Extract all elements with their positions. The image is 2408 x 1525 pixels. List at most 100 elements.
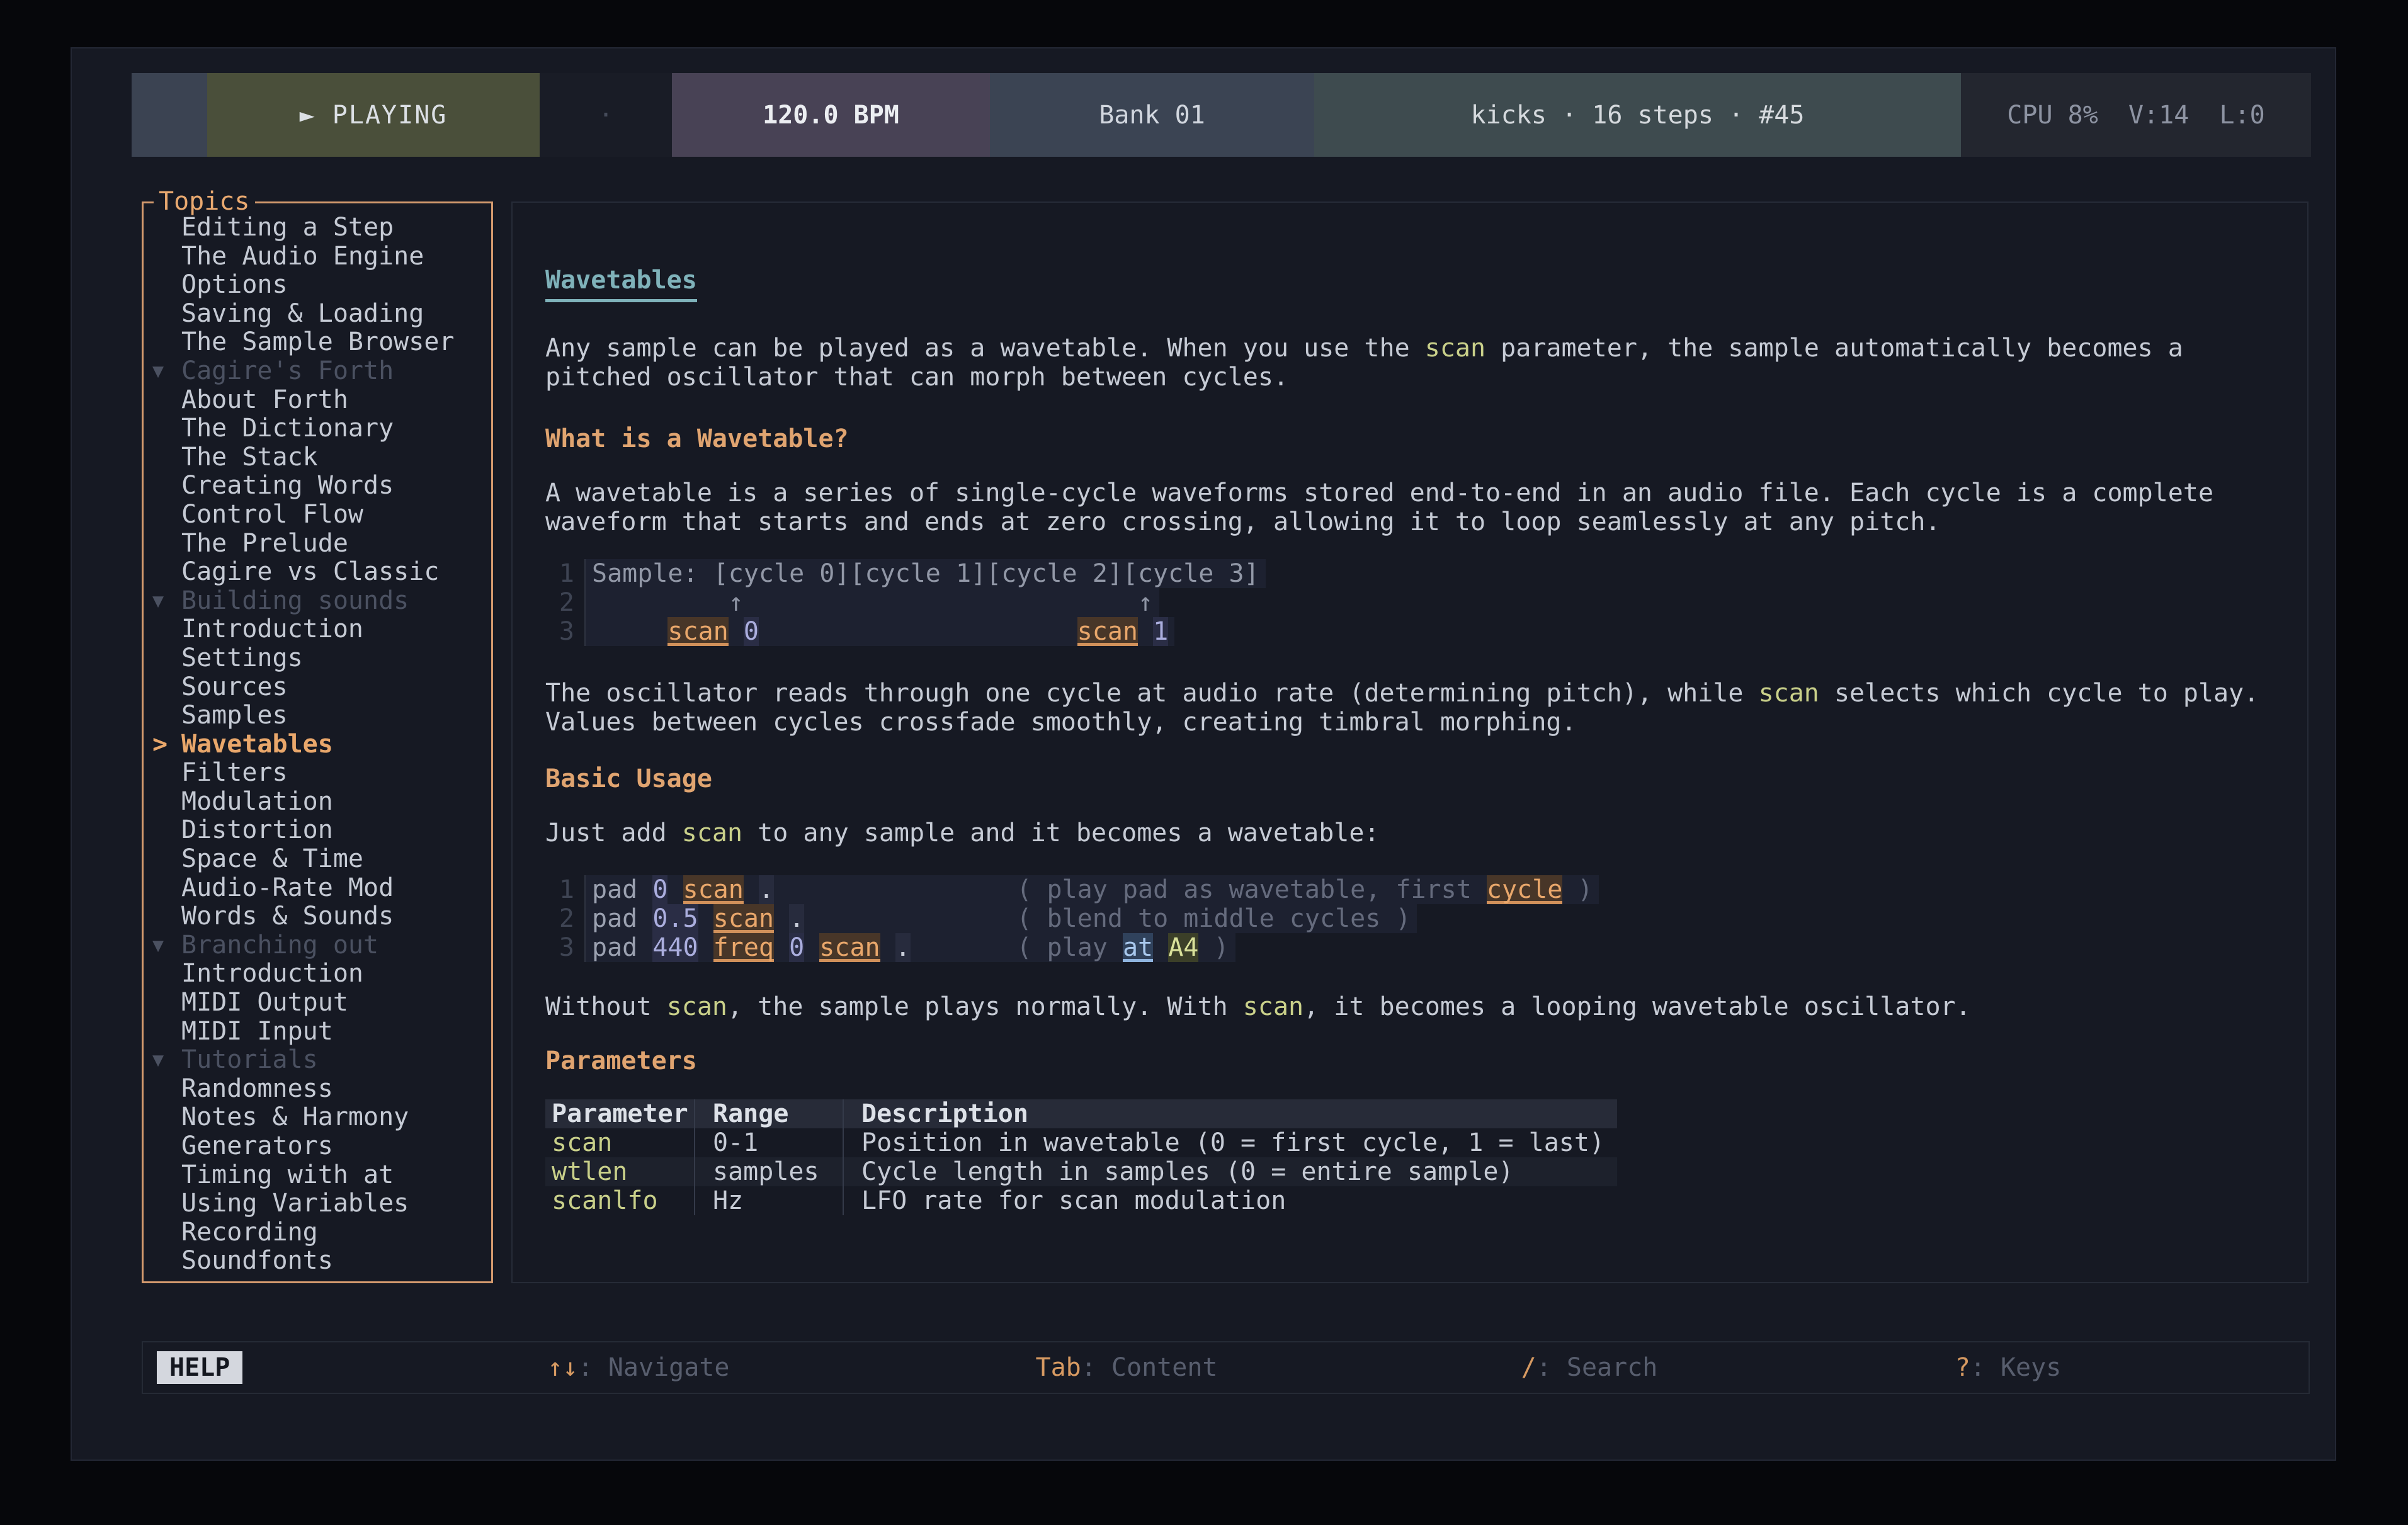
paragraph-line: Without scan, the sample plays normally.…	[545, 992, 2282, 1021]
table-cell: samples	[694, 1157, 843, 1186]
sidebar-item-sources[interactable]: Sources	[144, 673, 491, 702]
column-header: Description	[843, 1099, 1617, 1128]
sidebar-item-filters[interactable]: Filters	[144, 759, 491, 788]
code-token: scan	[819, 933, 880, 962]
sidebar-item-audio-rate-mod[interactable]: Audio-Rate Mod	[144, 874, 491, 903]
code-token: 1	[1153, 617, 1168, 646]
code-token	[774, 933, 789, 962]
code-line: 3 scan 0 scan 1	[545, 617, 2282, 646]
code-token	[592, 588, 729, 617]
code-text: Sample: [cycle 0][cycle 1][cycle 2][cycl…	[586, 559, 1266, 588]
sidebar-item-label: Timing with at	[181, 1160, 394, 1189]
code-token	[1138, 617, 1153, 646]
sidebar-item-space-time[interactable]: Space & Time	[144, 845, 491, 874]
paragraph: Any sample can be played as a wavetable.…	[545, 334, 2282, 392]
code-token: at	[1123, 933, 1153, 962]
code-block: 1pad 0 scan . ( play pad as wavetable, f…	[545, 875, 2282, 962]
sidebar-item-cagire-s-forth: ▼Cagire's Forth	[144, 357, 491, 386]
line-number: 2	[545, 588, 584, 617]
sidebar-item-introduction[interactable]: Introduction	[144, 615, 491, 644]
code-token	[729, 617, 744, 646]
sidebar-item-timing-with-at[interactable]: Timing with at	[144, 1161, 491, 1190]
sidebar-item-label: The Audio Engine	[181, 242, 424, 271]
sidebar-item-distortion[interactable]: Distortion	[144, 816, 491, 845]
topbar: ► PLAYING·120.0 BPMBank 01kicks · 16 ste…	[132, 73, 2311, 157]
sidebar-item-settings[interactable]: Settings	[144, 644, 491, 673]
sidebar-item-randomness[interactable]: Randomness	[144, 1075, 491, 1104]
sidebar-item-label: Wavetables	[181, 730, 333, 759]
hint-keys: ?: Keys	[1955, 1353, 2062, 1382]
sidebar-item-label: Randomness	[181, 1074, 333, 1103]
sidebar-item-the-prelude[interactable]: The Prelude	[144, 530, 491, 558]
sidebar-item-label: Sources	[181, 672, 288, 701]
code-token: )	[1198, 933, 1229, 962]
hint-label: : Navigate	[578, 1353, 730, 1382]
sidebar-item-introduction[interactable]: Introduction	[144, 960, 491, 989]
bpm-display[interactable]: 120.0 BPM	[672, 73, 990, 157]
sidebar-item-the-sample-browser[interactable]: The Sample Browser	[144, 328, 491, 357]
bank-display[interactable]: Bank 01	[990, 73, 1314, 157]
sidebar-item-about-forth[interactable]: About Forth	[144, 386, 491, 415]
sidebar-item-saving-loading[interactable]: Saving & Loading	[144, 300, 491, 329]
sidebar-item-label: About Forth	[181, 385, 348, 414]
text-segment: waveform that starts and ends at zero cr…	[545, 507, 1941, 536]
code-token: scan	[1077, 617, 1138, 646]
line-number: 3	[545, 933, 584, 962]
sidebar-item-words-sounds[interactable]: Words & Sounds	[144, 902, 491, 931]
table-header-row: ParameterRangeDescription	[545, 1099, 1617, 1128]
content-panel[interactable]: WavetablesAny sample can be played as a …	[511, 201, 2309, 1283]
sidebar-item-using-variables[interactable]: Using Variables	[144, 1189, 491, 1218]
sidebar-item-cagire-vs-classic[interactable]: Cagire vs Classic	[144, 558, 491, 587]
paragraph: Just add scan to any sample and it becom…	[545, 819, 2282, 848]
code-token: pad	[592, 875, 652, 904]
sidebar-item-the-dictionary[interactable]: The Dictionary	[144, 414, 491, 443]
sidebar-item-label: Notes & Harmony	[181, 1103, 409, 1131]
system-stats: CPU 8% V:14 L:0	[1961, 73, 2311, 157]
content-body: WavetablesAny sample can be played as a …	[513, 203, 2307, 1215]
hint-key: /	[1521, 1353, 1536, 1382]
code-token: pad	[592, 904, 652, 933]
code-token	[774, 875, 1016, 904]
sidebar-item-recording[interactable]: Recording	[144, 1218, 491, 1247]
sidebar-item-the-audio-engine[interactable]: The Audio Engine	[144, 242, 491, 271]
screen: ► PLAYING·120.0 BPMBank 01kicks · 16 ste…	[0, 0, 2408, 1525]
sidebar-item-modulation[interactable]: Modulation	[144, 788, 491, 817]
sidebar-item-generators[interactable]: Generators	[144, 1132, 491, 1161]
table-cell: 0-1	[694, 1128, 843, 1157]
transport-status[interactable]: ► PLAYING	[207, 73, 540, 157]
sidebar-item-label: The Prelude	[181, 529, 348, 558]
sidebar-item-label: Settings	[181, 643, 303, 672]
sidebar-item-label: Filters	[181, 758, 288, 787]
code-token: .	[759, 875, 774, 904]
sidebar-item-soundfonts[interactable]: Soundfonts	[144, 1247, 491, 1276]
sidebar-item-creating-words[interactable]: Creating Words	[144, 472, 491, 501]
code-token: ( play pad as wavetable, first	[1016, 875, 1487, 904]
hint-content: Tab: Content	[1036, 1353, 1218, 1382]
sidebar-item-label: The Sample Browser	[181, 327, 454, 356]
pattern-info[interactable]: kicks · 16 steps · #45	[1314, 73, 1961, 157]
section-heading-parameters: Parameters	[545, 1046, 2282, 1075]
sidebar-item-midi-output[interactable]: MIDI Output	[144, 989, 491, 1018]
sidebar-item-label: Control Flow	[181, 500, 363, 529]
code-line: 2 ↑ ↑	[545, 588, 2282, 617]
sidebar-item-wavetables[interactable]: >Wavetables	[144, 730, 491, 759]
table-row: scan0-1Position in wavetable (0 = first …	[545, 1128, 1617, 1157]
code-token: 440	[652, 933, 698, 962]
sidebar-item-label: Creating Words	[181, 471, 394, 500]
sidebar-item-options[interactable]: Options	[144, 271, 491, 300]
sidebar-item-label: Editing a Step	[181, 213, 394, 242]
sidebar-item-the-stack[interactable]: The Stack	[144, 443, 491, 472]
sidebar-item-label: Using Variables	[181, 1189, 409, 1218]
sidebar-item-editing-a-step[interactable]: Editing a Step	[144, 213, 491, 242]
sidebar-item-control-flow[interactable]: Control Flow	[144, 501, 491, 530]
code-line: 1Sample: [cycle 0][cycle 1][cycle 2][cyc…	[545, 559, 2282, 588]
code-token: 0	[652, 875, 667, 904]
sidebar-item-samples[interactable]: Samples	[144, 701, 491, 730]
inline-keyword: scan	[1759, 679, 1819, 708]
sidebar-item-notes-harmony[interactable]: Notes & Harmony	[144, 1103, 491, 1132]
sidebar-item-midi-input[interactable]: MIDI Input	[144, 1018, 491, 1046]
code-token: .	[895, 933, 911, 962]
hint-search: /: Search	[1521, 1353, 1658, 1382]
code-token	[880, 933, 895, 962]
text-segment: to any sample and it becomes a wavetable…	[742, 819, 1379, 848]
